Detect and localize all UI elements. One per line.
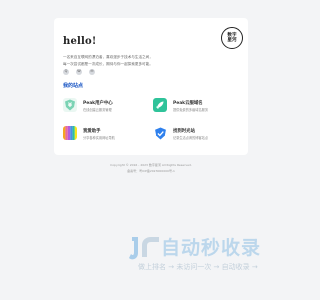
intro-line: 一名来自互联网的漂泊者，喜欢漫步于技术与生活之间， [63, 55, 153, 59]
site-name: Peak云服域名 [173, 101, 203, 106]
site-card-domain[interactable]: Peak云服域名 提供免费的多级域名服务 [153, 98, 245, 118]
site-card-blog[interactable]: 找到时光站 记录生活点滴的博客站点 [153, 126, 245, 146]
site-desc: 分享各种实用网址导航 [83, 136, 115, 140]
icp-link[interactable]: 备案号：粤ICP备2023000000号-1 [54, 168, 248, 174]
profile-card: hello! 一名来自互联网的漂泊者，喜欢漫步于技术与生活之间， 每一次尝试都是… [54, 18, 248, 155]
greeting-heading: hello! [63, 36, 97, 47]
site-logo[interactable]: 数字 星河 [221, 27, 243, 49]
intro-line: 每一次尝试都是一次成长，期待与你一起探索更多可能。 [63, 61, 153, 66]
social-links: Q W ✉ [63, 69, 95, 75]
qq-icon[interactable]: Q [63, 69, 69, 75]
watermark-title: 自动秒收录 [161, 237, 262, 259]
site-name: 找到时光站 [173, 129, 195, 134]
email-icon[interactable]: ✉ [89, 69, 95, 75]
site-desc: 记录生活点滴的博客站点 [173, 136, 209, 140]
site-desc: 提供免费的多级域名服务 [173, 108, 209, 112]
intro-text: 一名来自互联网的漂泊者，喜欢漫步于技术与生活之间， 每一次尝试都是一次成长，期待… [63, 54, 173, 67]
page-footer: Copyright © 2016 - 2023 数字星河 All Rights … [54, 162, 248, 174]
site-card-helper[interactable]: 我爱助手 分享各种实用网址导航 [63, 126, 155, 146]
rocket-icon [153, 98, 167, 112]
logo-line: 星河 [227, 38, 237, 43]
watermark-subtitle: 做上排名 → 未访问一次 → 自动收录 → [138, 263, 258, 271]
site-card-user-center[interactable]: ¥ Peak用户中心 在线创建云服务管理 [63, 98, 155, 118]
shield-check-icon [153, 126, 167, 140]
wechat-icon[interactable]: W [76, 69, 82, 75]
site-name: 我爱助手 [83, 129, 101, 134]
yen-shield-icon: ¥ [63, 98, 77, 112]
site-desc: 在线创建云服务管理 [83, 108, 112, 112]
watermark-banner: 自动秒收录 做上排名 → 未访问一次 → 自动收录 → [128, 235, 288, 275]
site-name: Peak用户中心 [83, 101, 113, 106]
color-stripes-icon [63, 126, 77, 140]
watermark-logo-icon [129, 237, 159, 260]
sites-section-title: 我的站点 [63, 83, 84, 89]
